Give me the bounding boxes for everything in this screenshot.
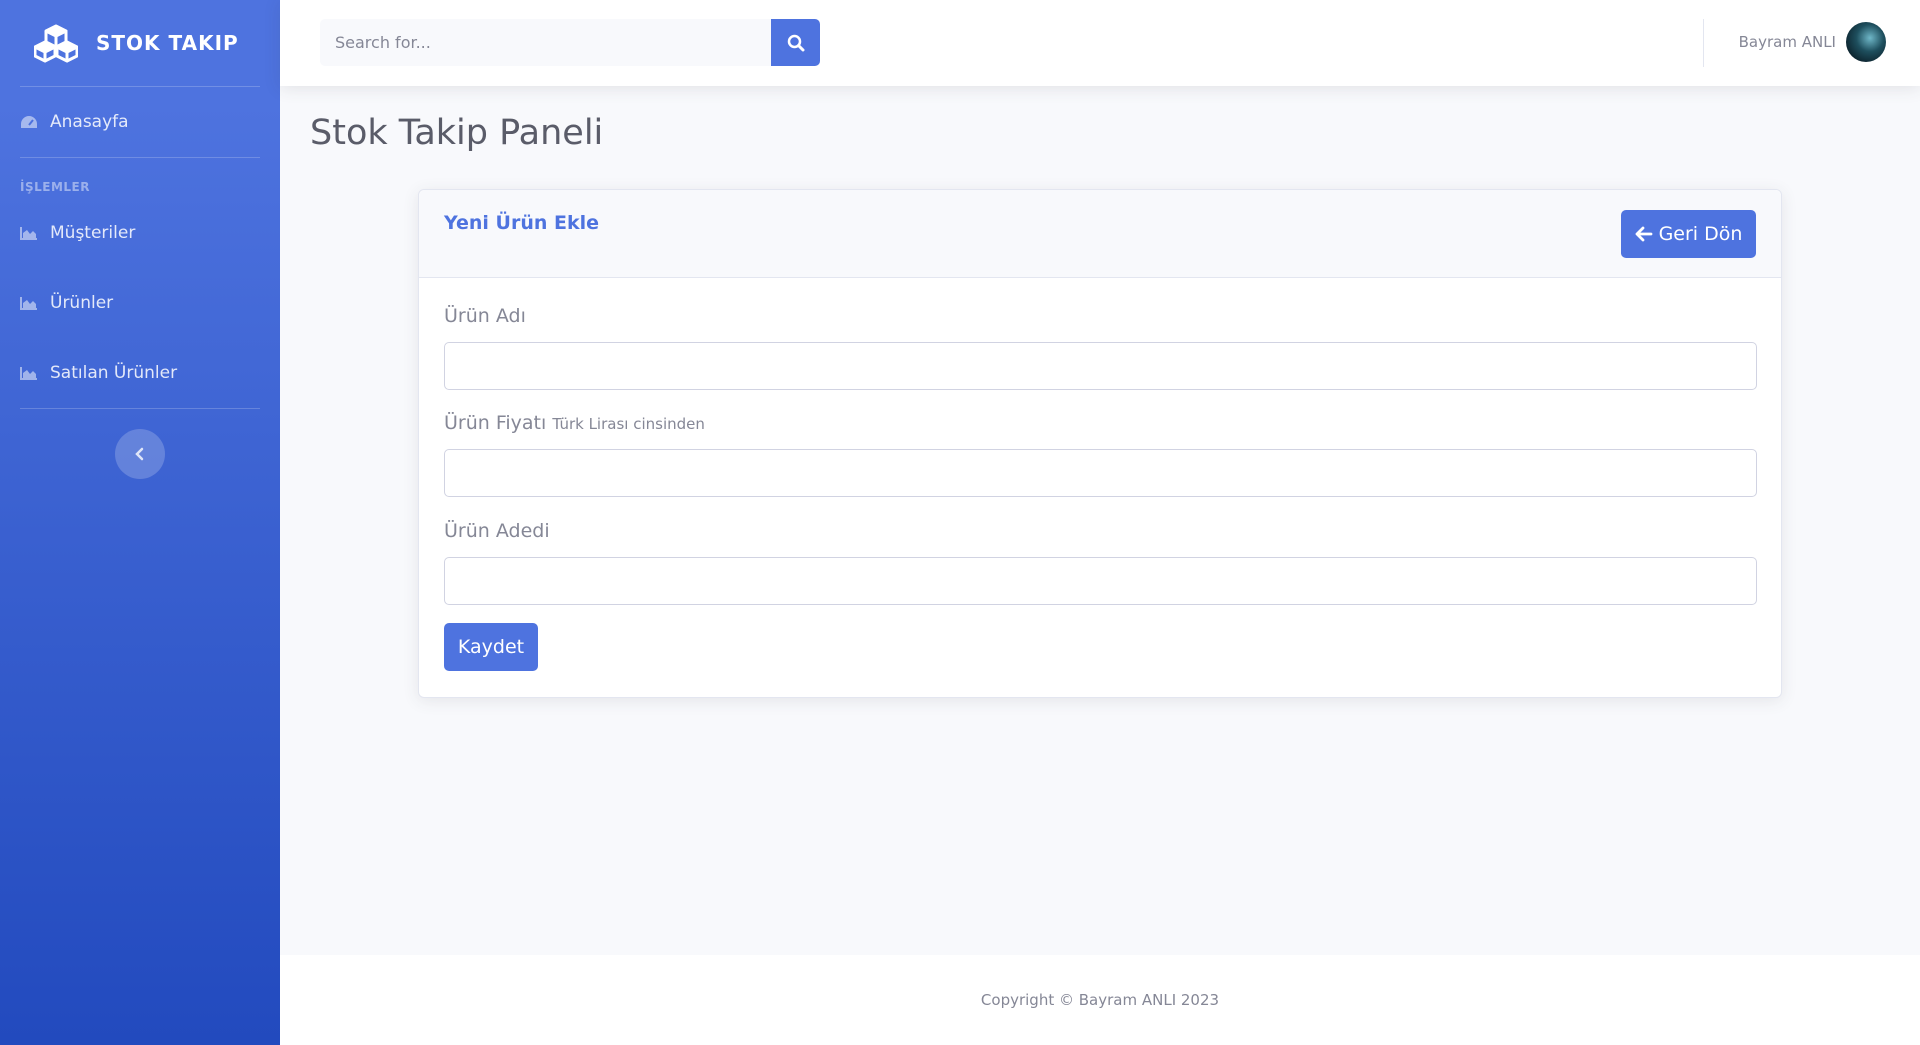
product-price-field[interactable] [444,449,1757,497]
back-button-label: Geri Dön [1658,223,1743,245]
save-button[interactable]: Kaydet [444,623,538,671]
product-price-label-text: Ürün Fiyatı [444,412,547,434]
sidebar-item-label: Satılan Ürünler [50,363,178,383]
sidebar-divider [20,408,260,409]
chart-area-icon [20,227,37,240]
product-quantity-field[interactable] [444,557,1757,605]
tachometer-icon [21,116,37,128]
user-dropdown[interactable]: Bayram ANLI [1739,22,1886,62]
product-price-label: Ürün Fiyatı Türk Lirası cinsinden [444,412,705,434]
footer: Copyright © Bayram ANLI 2023 [280,955,1920,1045]
back-button[interactable]: Geri Dön [1621,210,1756,258]
sidebar-item-anasayfa[interactable]: Anasayfa [0,87,280,157]
sidebar-item-label: Anasayfa [50,112,129,132]
user-name: Bayram ANLI [1738,33,1836,51]
sidebar-item-label: Müşteriler [50,223,136,243]
copyright-text: Copyright © Bayram ANLI 2023 [980,991,1220,1009]
card-header: Yeni Ürün Ekle Geri Dön [419,190,1781,278]
product-name-field[interactable] [444,342,1757,390]
sidebar-item-satilan-urunler[interactable]: Satılan Ürünler [0,338,280,408]
sidebar-item-musteriler[interactable]: Müşteriler [0,198,280,268]
search-button[interactable] [771,19,820,66]
product-price-hint: Türk Lirası cinsinden [552,415,705,433]
sidebar: STOK TAKIP Anasayfa İŞLEMLER Müşteriler … [0,0,280,1045]
chart-area-icon [20,297,37,310]
chevron-left-icon [135,447,144,461]
chart-area-icon [20,367,37,380]
card-title: Yeni Ürün Ekle [444,212,600,234]
sidebar-toggle-button[interactable] [115,429,165,479]
cubes-icon [34,24,78,63]
brand-name: STOK TAKIP [96,31,239,55]
arrow-left-icon [1635,226,1652,242]
product-quantity-label: Ürün Adedi [444,520,550,542]
sidebar-brand[interactable]: STOK TAKIP [0,0,280,86]
search-form [320,19,830,66]
add-product-card: Yeni Ürün Ekle Geri Dön Ürün Adı Ürün Fi… [418,189,1782,698]
page-title: Stok Takip Paneli [310,113,604,153]
search-input[interactable] [320,19,771,66]
topbar-divider [1703,19,1704,67]
search-icon [787,34,804,51]
sidebar-item-label: Ürünler [50,293,114,313]
product-name-label: Ürün Adı [444,305,526,327]
topbar: Bayram ANLI [280,0,1920,86]
avatar [1846,22,1886,62]
sidebar-item-urunler[interactable]: Ürünler [0,268,280,338]
sidebar-heading: İŞLEMLER [20,180,90,194]
